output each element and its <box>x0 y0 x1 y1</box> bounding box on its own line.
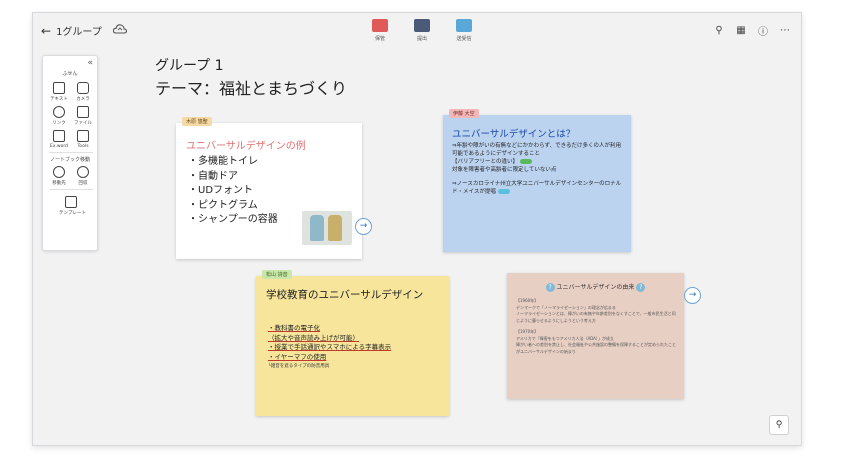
cloud-sync-icon[interactable] <box>113 23 127 35</box>
shampoo-bottle-image <box>302 211 352 245</box>
link-arrow-icon[interactable]: → <box>355 218 372 235</box>
center-toolbar: 保管 提出 送受信 <box>369 19 475 42</box>
card-body: ⇒年齢や障がいの有無などにかかわらず、できるだけ多くの人が利用可能であるようにデ… <box>452 143 622 195</box>
author-tag: 松山 詩音 <box>262 270 292 279</box>
link-icon <box>53 106 65 118</box>
text-tool[interactable]: テキスト <box>47 82 71 102</box>
group-name: 1グループ <box>56 27 102 38</box>
cube-icon <box>77 130 89 142</box>
more-icon[interactable]: ⋯ <box>779 25 791 36</box>
file-tool[interactable]: ファイル <box>71 106 95 126</box>
card-title: 学校教育のユニバーサルデザイン <box>266 289 424 301</box>
camera-icon <box>77 82 89 94</box>
move-icon <box>53 166 65 178</box>
card-title: ユニバーサルデザインの例 <box>186 141 306 152</box>
inbox-icon <box>414 19 430 32</box>
question-icon: ? <box>545 283 555 292</box>
card-title-row: ? ユニバーサルデザインの由来 ? <box>507 282 684 292</box>
right-toolbar: ⚲ ▦ ⓘ ⋯ <box>713 23 791 38</box>
list-item: ・UDフォント <box>188 185 254 196</box>
theme-heading: テーマ：福祉とまちづくり <box>155 79 348 98</box>
template-icon <box>65 196 77 208</box>
share-tool[interactable]: 送受信 <box>453 19 475 42</box>
sticky-card-school-ud[interactable]: 松山 詩音 学校教育のユニバーサルデザイン ・教科書の電子化 （拡大や音声読み上… <box>256 270 449 416</box>
move-tool[interactable]: 移動先 <box>47 166 71 186</box>
camera-tool[interactable]: カメラ <box>71 82 95 102</box>
badge-icon <box>519 159 532 164</box>
sticky-card-ud-origin[interactable]: ? ユニバーサルデザインの由来 ? 【1960年】 デンマークで「ノーマライゼー… <box>507 273 684 399</box>
file-icon <box>77 106 89 118</box>
group-heading: グループ 1 <box>155 58 224 74</box>
link-arrow-icon[interactable]: → <box>684 287 701 304</box>
submit-tool[interactable]: 提出 <box>411 19 433 42</box>
badge-icon <box>497 189 510 194</box>
link-tool[interactable]: リンク <box>47 106 71 126</box>
palette-section-title: ふせん <box>62 71 78 77</box>
word-tool[interactable]: Ex.word <box>47 130 71 149</box>
palette-divider-2 <box>49 189 93 190</box>
palette-divider <box>49 152 93 153</box>
search-icon[interactable]: ⚲ <box>713 25 725 36</box>
save-tool[interactable]: 保管 <box>369 19 391 42</box>
tool-palette: « ふせん テキスト カメラ リンク ファイル Ex.word Tools ノー… <box>42 55 98 251</box>
question-icon: ? <box>636 283 646 292</box>
help-icon[interactable]: ⓘ <box>757 23 769 38</box>
collapse-icon[interactable]: « <box>87 58 93 68</box>
example-list: ・多機能トイレ ・自動ドア ・UDフォント ・ピクトグラム ・シャンプーの容器 <box>188 155 278 228</box>
sticky-card-ud-examples[interactable]: 木原 悠聖 ユニバーサルデザインの例 ・多機能トイレ ・自動ドア ・UDフォント… <box>176 117 362 259</box>
top-bar: ← 1グループ 保管 提出 送受信 ⚲ ▦ ⓘ ⋯ <box>33 13 801 51</box>
author-tag: 伊藤 大空 <box>449 109 479 118</box>
tools-tool[interactable]: Tools <box>71 130 95 149</box>
author-tag: 木原 悠聖 <box>182 117 212 126</box>
collect-tool[interactable]: 回収 <box>71 166 95 186</box>
list-item: ・多機能トイレ <box>188 156 258 167</box>
list-item: ・シャンプーの容器 <box>188 214 278 225</box>
zoom-icon[interactable]: ⚲ <box>769 415 789 435</box>
template-tool[interactable]: テンプレート <box>59 196 86 216</box>
palette-section-title-2: ノートブック移動 <box>49 157 90 163</box>
list-item: ・自動ドア <box>188 170 238 182</box>
app-window: ← 1グループ 保管 提出 送受信 ⚲ ▦ ⓘ ⋯ « ふせん テキスト カメラ… <box>32 12 802 446</box>
card-body: 【1960年】 デンマークで「ノーマライゼーション」の理念が広まる ノーマライゼ… <box>516 298 676 354</box>
back-button[interactable]: ← 1グループ <box>41 23 102 39</box>
collect-icon <box>77 166 89 178</box>
sticky-card-ud-definition[interactable]: 伊藤 大空 ユニバーサルデザインとは？ ⇒年齢や障がいの有無などにかかわらず、で… <box>443 109 631 252</box>
share-icon <box>456 19 472 32</box>
screen-icon[interactable]: ▦ <box>735 25 747 36</box>
card-title: ユニバーサルデザインとは？ <box>452 129 576 140</box>
back-arrow-icon: ← <box>41 23 52 38</box>
folder-icon <box>372 19 388 32</box>
word-icon <box>53 130 65 142</box>
card-body: ・教科書の電子化 （拡大や音声読み上げが可能） ・授業で手話通訳やスマホによる字… <box>268 324 392 369</box>
text-icon <box>53 82 65 94</box>
list-item: ・ピクトグラム <box>188 199 258 211</box>
